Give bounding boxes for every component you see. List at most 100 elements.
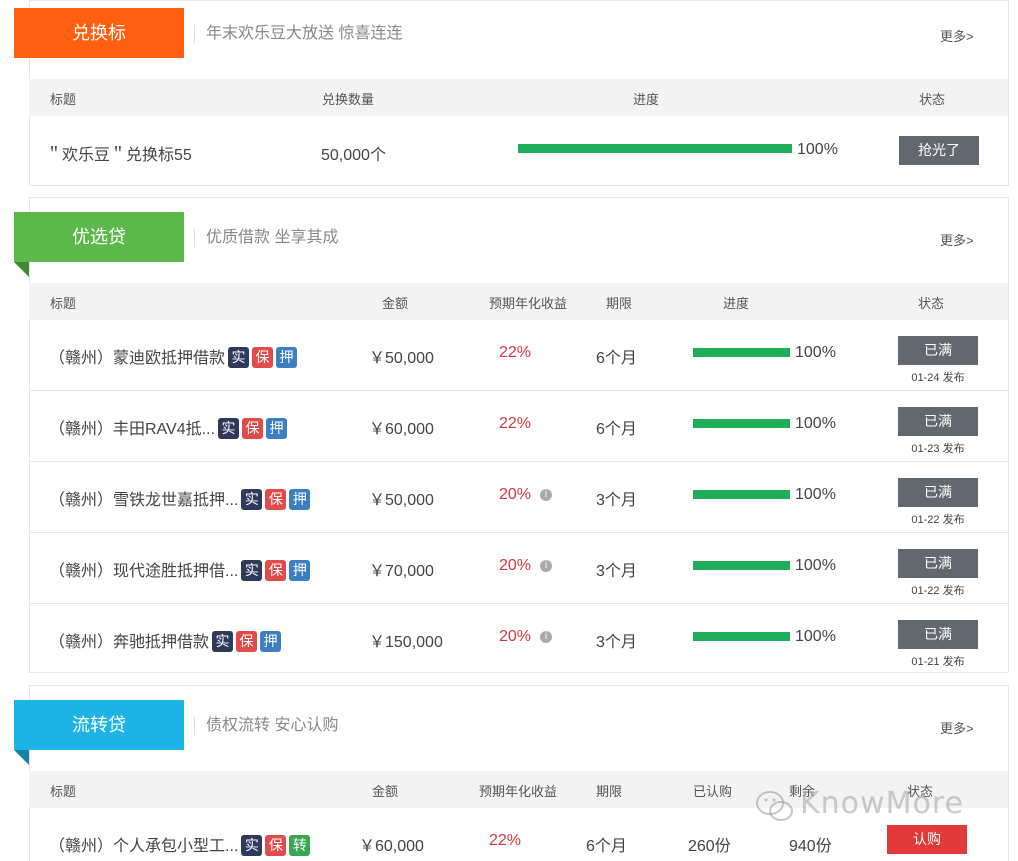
transfer-badge: 流转贷 bbox=[14, 700, 184, 765]
tag-real-icon: 实 bbox=[228, 347, 250, 368]
header-rate: 预期年化收益 bbox=[489, 296, 568, 311]
publish-date: 01-21 发布 bbox=[911, 656, 965, 668]
transfer-subtitle: 债权流转 安心认购 bbox=[194, 717, 338, 735]
ribbon-fold bbox=[14, 262, 29, 277]
table-row: （赣州）雪铁龙世嘉抵押... 实保押 ￥50,000 20% i 3个月 100% 已满 01-… bbox=[29, 462, 1009, 533]
row-title-text: （赣州）丰田RAV4抵... bbox=[49, 421, 215, 438]
progress-bar bbox=[518, 144, 792, 153]
info-icon[interactable]: i bbox=[540, 489, 553, 501]
row-rate-wrap: 22% bbox=[499, 415, 531, 433]
row-qty: 50,000个 bbox=[321, 147, 386, 164]
progress-text: 100% bbox=[797, 141, 838, 158]
row-amount: ￥70,000 bbox=[369, 563, 434, 580]
tag-mortgage-icon: 押 bbox=[289, 560, 311, 581]
preferred-table-header: 标题 金额 预期年化收益 期限 进度 状态 bbox=[29, 283, 1008, 320]
tag-real-icon: 实 bbox=[241, 560, 263, 581]
info-icon[interactable]: i bbox=[540, 631, 553, 643]
header-term: 期限 bbox=[596, 784, 623, 799]
header-term: 期限 bbox=[606, 296, 633, 311]
tag-real-icon: 实 bbox=[212, 631, 234, 652]
header-status: 状态 bbox=[919, 92, 946, 107]
row-term: 3个月 bbox=[596, 563, 637, 580]
header-rate: 预期年化收益 bbox=[479, 784, 558, 799]
header-status: 状态 bbox=[918, 296, 945, 311]
tag-mortgage-icon: 押 bbox=[276, 347, 298, 368]
progress-text: 100% bbox=[795, 344, 836, 361]
row-rate: 20% bbox=[499, 628, 532, 645]
status-button[interactable]: 抢光了 bbox=[899, 136, 979, 165]
row-amount: ￥60,000 bbox=[359, 838, 424, 855]
progress-text: 100% bbox=[795, 628, 836, 645]
header-bought: 已认购 bbox=[693, 784, 733, 799]
row-term: 3个月 bbox=[596, 492, 637, 509]
progress-text: 100% bbox=[795, 557, 836, 574]
preferred-more-link[interactable]: 更多> bbox=[940, 230, 974, 249]
row-title[interactable]: （赣州）蒙迪欧抵押借款实保押 bbox=[49, 344, 298, 368]
row-rate: 20% bbox=[499, 486, 532, 503]
row-title-text: （赣州）蒙迪欧抵押借款 bbox=[49, 350, 226, 367]
row-term: 6个月 bbox=[596, 350, 637, 367]
exchange-badge-label: 兑换标 bbox=[72, 23, 126, 43]
tag-guarantee-icon: 保 bbox=[241, 418, 263, 439]
progress-bar bbox=[693, 348, 790, 357]
row-title[interactable]: （赣州）奔驰抵押借款实保押 bbox=[49, 628, 282, 652]
row-title[interactable]: （赣州）丰田RAV4抵... 实保押 bbox=[49, 415, 287, 439]
row-rate-wrap: 20% i bbox=[499, 557, 553, 575]
row-title-text: （赣州）现代途胜抵押借... bbox=[49, 563, 239, 580]
row-title[interactable]: （赣州）雪铁龙世嘉抵押... 实保押 bbox=[49, 486, 311, 510]
row-bought: 260份 bbox=[688, 838, 731, 855]
header-title: 标题 bbox=[50, 92, 77, 107]
status-button[interactable]: 已满 bbox=[898, 336, 978, 365]
row-rate-wrap: 20% i bbox=[499, 486, 553, 504]
tag-mortgage-icon: 押 bbox=[265, 418, 287, 439]
row-title[interactable]: （赣州）现代途胜抵押借... 实保押 bbox=[49, 557, 311, 581]
row-title-text: （赣州）奔驰抵押借款 bbox=[49, 634, 210, 651]
exchange-table-header: 标题 兑换数量 进度 状态 bbox=[29, 79, 1008, 116]
tag-guarantee-icon: 保 bbox=[265, 835, 287, 856]
tag-mortgage-icon: 押 bbox=[260, 631, 282, 652]
status-button[interactable]: 已满 bbox=[898, 407, 978, 436]
header-qty: 兑换数量 bbox=[322, 92, 375, 107]
row-title[interactable]: （赣州）个人承包小型工... 实保转 bbox=[49, 832, 311, 856]
header-amount: 金额 bbox=[382, 296, 409, 311]
exchange-more-link[interactable]: 更多> bbox=[940, 26, 974, 45]
exchange-subtitle: 年末欢乐豆大放送 惊喜连连 bbox=[194, 25, 402, 43]
table-row: （赣州）奔驰抵押借款实保押 ￥150,000 20% i 3个月 100% 已满 01-21 … bbox=[29, 604, 1009, 675]
header-title: 标题 bbox=[50, 296, 77, 311]
header-progress: 进度 bbox=[723, 296, 750, 311]
row-amount: ￥50,000 bbox=[369, 350, 434, 367]
preferred-subtitle: 优质借款 坐享其成 bbox=[194, 229, 338, 247]
tag-guarantee-icon: 保 bbox=[265, 560, 287, 581]
progress-bar bbox=[693, 490, 790, 499]
status-button[interactable]: 已满 bbox=[898, 549, 978, 578]
publish-date: 01-24 发布 bbox=[911, 372, 965, 384]
status-button[interactable]: 已满 bbox=[898, 620, 978, 649]
row-term: 6个月 bbox=[586, 838, 627, 855]
preferred-badge: 优选贷 bbox=[14, 212, 184, 277]
table-row: （赣州）蒙迪欧抵押借款实保押 ￥50,000 22% 6个月 100% 已满 01-24 发… bbox=[29, 320, 1009, 391]
publish-date: 01-22 发布 bbox=[911, 585, 965, 597]
row-amount: ￥60,000 bbox=[369, 421, 434, 438]
row-title[interactable]: ＂欢乐豆＂兑换标55 bbox=[46, 141, 192, 165]
transfer-badge-label: 流转贷 bbox=[72, 715, 126, 735]
row-rate: 22% bbox=[489, 832, 522, 849]
status-button[interactable]: 已满 bbox=[898, 478, 978, 507]
row-title-text: （赣州）个人承包小型工... bbox=[49, 838, 239, 855]
header-amount: 金额 bbox=[372, 784, 399, 799]
progress-text: 100% bbox=[795, 415, 836, 432]
publish-date: 01-23 发布 bbox=[911, 443, 965, 455]
watermark: KnowMore bbox=[800, 786, 964, 821]
row-title-text: （赣州）雪铁龙世嘉抵押... bbox=[49, 492, 239, 509]
subscribe-button[interactable]: 认购 bbox=[887, 825, 967, 854]
row-rate-wrap: 20% i bbox=[499, 628, 553, 646]
row-rate: 20% bbox=[499, 557, 532, 574]
row-rate: 22% bbox=[499, 415, 532, 432]
transfer-more-link[interactable]: 更多> bbox=[940, 718, 974, 737]
exchange-badge: 兑换标 bbox=[14, 8, 184, 58]
progress-bar bbox=[693, 419, 790, 428]
tag-guarantee-icon: 保 bbox=[252, 347, 274, 368]
tag-mortgage-icon: 押 bbox=[289, 489, 311, 510]
info-icon[interactable]: i bbox=[540, 560, 553, 572]
table-row: （赣州）现代途胜抵押借... 实保押 ￥70,000 20% i 3个月 100% 已满 01-… bbox=[29, 533, 1009, 604]
row-rate: 22% bbox=[499, 344, 532, 361]
